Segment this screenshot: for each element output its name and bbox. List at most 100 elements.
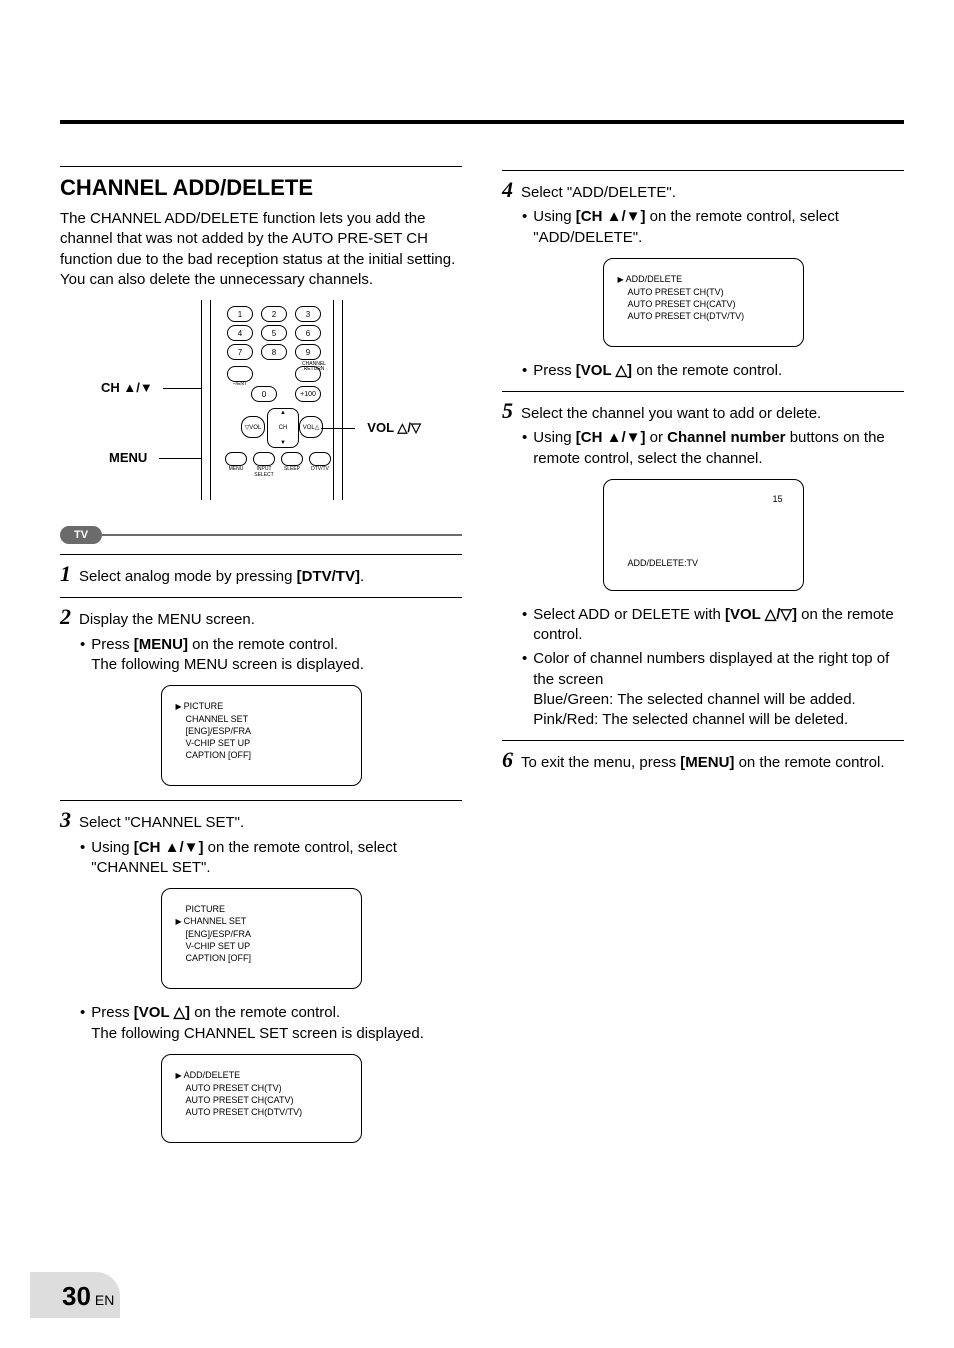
text-bold: Channel number (667, 429, 785, 446)
text: Select analog mode by pressing (79, 568, 297, 585)
text: . (360, 568, 364, 585)
step-1: 1 Select analog mode by pressing [DTV/TV… (60, 561, 462, 587)
step-bullet: • Color of channel numbers displayed at … (522, 649, 904, 730)
step-number: 1 (60, 561, 71, 587)
text-bold: [CH ▲/▼] (134, 839, 204, 856)
osd-item: CHANNEL SET (184, 916, 247, 926)
step-bullet: • Press [VOL △] on the remote control. T… (80, 1003, 462, 1044)
remote-menu-labels: MENU INPUT SELECT SLEEP DTV/TV (225, 466, 331, 478)
osd-line: ADD/DELETE (618, 273, 793, 286)
osd-line: [ENG]/ESP/FRA (176, 928, 351, 940)
channel-return-label: CHANNEL RETURN (299, 362, 329, 372)
osd-line: AUTO PRESET CH(DTV/TV) (618, 310, 793, 322)
osd-line: CAPTION [OFF] (176, 749, 351, 761)
text: Pink/Red: The selected channel will be d… (533, 711, 848, 728)
step-divider (60, 554, 462, 555)
key-ent (227, 366, 253, 382)
step-bullet: • Select ADD or DELETE with [VOL △/▽] on… (522, 605, 904, 646)
tv-pill-row: TV (60, 526, 462, 544)
bullet-dot: • (522, 649, 527, 730)
text-bold: [MENU] (134, 636, 188, 653)
callout-vol-label: VOL △/▽ (367, 420, 421, 436)
lbl-sleep: SLEEP (281, 466, 303, 478)
bullet-text: Color of channel numbers displayed at th… (533, 649, 904, 730)
text-bold: [VOL △/▽] (725, 606, 797, 623)
step-number: 3 (60, 807, 71, 833)
text: Using (533, 429, 576, 446)
channel-number: 15 (772, 494, 782, 504)
osd-item: ADD/DELETE (626, 274, 683, 284)
osd-line: ADD/DELETE (176, 1069, 351, 1082)
text: or (645, 429, 667, 446)
step-divider (60, 597, 462, 598)
step-number: 4 (502, 177, 513, 203)
bullet-dot: • (80, 635, 85, 676)
text: Using (91, 839, 134, 856)
text: Press (91, 1004, 134, 1021)
lbl-menu: MENU (225, 466, 247, 478)
text: Blue/Green: The selected channel will be… (533, 691, 855, 708)
key-6: 6 (295, 325, 321, 341)
bullet-text: Press [VOL △] on the remote control. The… (91, 1003, 424, 1044)
osd-line: AUTO PRESET CH(CATV) (176, 1094, 351, 1106)
ent-label: –/ENT (227, 382, 253, 387)
remote-illustration: CH ▲/▼ MENU VOL △/▽ 1 2 3 4 5 6 (101, 300, 421, 520)
dpad-ch: ▲ CH ▼ (267, 408, 299, 448)
manual-page: CHANNEL ADD/DELETE The CHANNEL ADD/DELET… (0, 0, 954, 1348)
lbl-input: INPUT SELECT (253, 466, 275, 478)
osd-line: AUTO PRESET CH(DTV/TV) (176, 1106, 351, 1118)
osd-line: [ENG]/ESP/FRA (176, 725, 351, 737)
key-2: 2 (261, 306, 287, 322)
step-bullet: • Using [CH ▲/▼] or Channel number butto… (522, 428, 904, 469)
step-text: Select analog mode by pressing [DTV/TV]. (79, 567, 364, 587)
remote-menu-row (225, 452, 331, 466)
arrow-right-icon (176, 701, 184, 711)
step-6: 6 To exit the menu, press [MENU] on the … (502, 747, 904, 773)
text-bold: [DTV/TV] (297, 568, 360, 585)
osd-line: AUTO PRESET CH(TV) (176, 1082, 351, 1094)
text-bold: [CH ▲/▼] (576, 208, 646, 225)
step-title: Display the MENU screen. (79, 610, 255, 630)
callout-ch-label: CH ▲/▼ (101, 380, 153, 395)
key-1: 1 (227, 306, 253, 322)
callout-line (159, 458, 201, 459)
page-lang: EN (95, 1292, 114, 1308)
step-bullet: • Using [CH ▲/▼] on the remote control, … (80, 838, 462, 879)
text-bold: [CH ▲/▼] (576, 429, 646, 446)
step-bullet: • Press [MENU] on the remote control. Th… (80, 635, 462, 676)
text: To exit the menu, press (521, 754, 680, 771)
adddelete-label: ADD/DELETE:TV (628, 558, 699, 568)
osd-menu-1: PICTURE CHANNEL SET [ENG]/ESP/FRA V-CHIP… (161, 685, 362, 786)
step-divider (502, 391, 904, 392)
step-3: 3 Select "CHANNEL SET". (60, 807, 462, 833)
text: Press (91, 636, 134, 653)
top-rule (60, 120, 904, 124)
step-number: 6 (502, 747, 513, 773)
bullet-text: Press [MENU] on the remote control. The … (91, 635, 364, 676)
osd-line: V-CHIP SET UP (176, 737, 351, 749)
osd-adddelete: 15 ADD/DELETE:TV (603, 479, 804, 591)
intro-text: The CHANNEL ADD/DELETE function lets you… (60, 209, 462, 290)
key-8: 8 (261, 344, 287, 360)
step-title: Select "CHANNEL SET". (79, 813, 244, 833)
bullet-text: Press [VOL △] on the remote control. (533, 361, 782, 381)
text: on the remote control. (188, 636, 338, 653)
osd-item: PICTURE (184, 701, 224, 711)
osd-chset-2: ADD/DELETE AUTO PRESET CH(TV) AUTO PRESE… (603, 258, 804, 347)
dpad-vol-right: VOL△ (299, 416, 323, 438)
btn-dtvtv (309, 452, 331, 466)
callout-line (163, 388, 201, 389)
btn-input (253, 452, 275, 466)
bullet-dot: • (522, 605, 527, 646)
step-bullet: • Press [VOL △] on the remote control. (522, 361, 904, 381)
step-title: Select the channel you want to add or de… (521, 404, 821, 424)
osd-line: CHANNEL SET (176, 915, 351, 928)
text: on the remote control. (734, 754, 884, 771)
bullet-dot: • (522, 428, 527, 469)
text-bold: [VOL △] (134, 1004, 190, 1021)
remote-body: 1 2 3 4 5 6 7 8 9 (201, 300, 343, 500)
text-bold: [MENU] (680, 754, 734, 771)
key-3: 3 (295, 306, 321, 322)
step-divider (60, 800, 462, 801)
step-title: Select "ADD/DELETE". (521, 183, 676, 203)
